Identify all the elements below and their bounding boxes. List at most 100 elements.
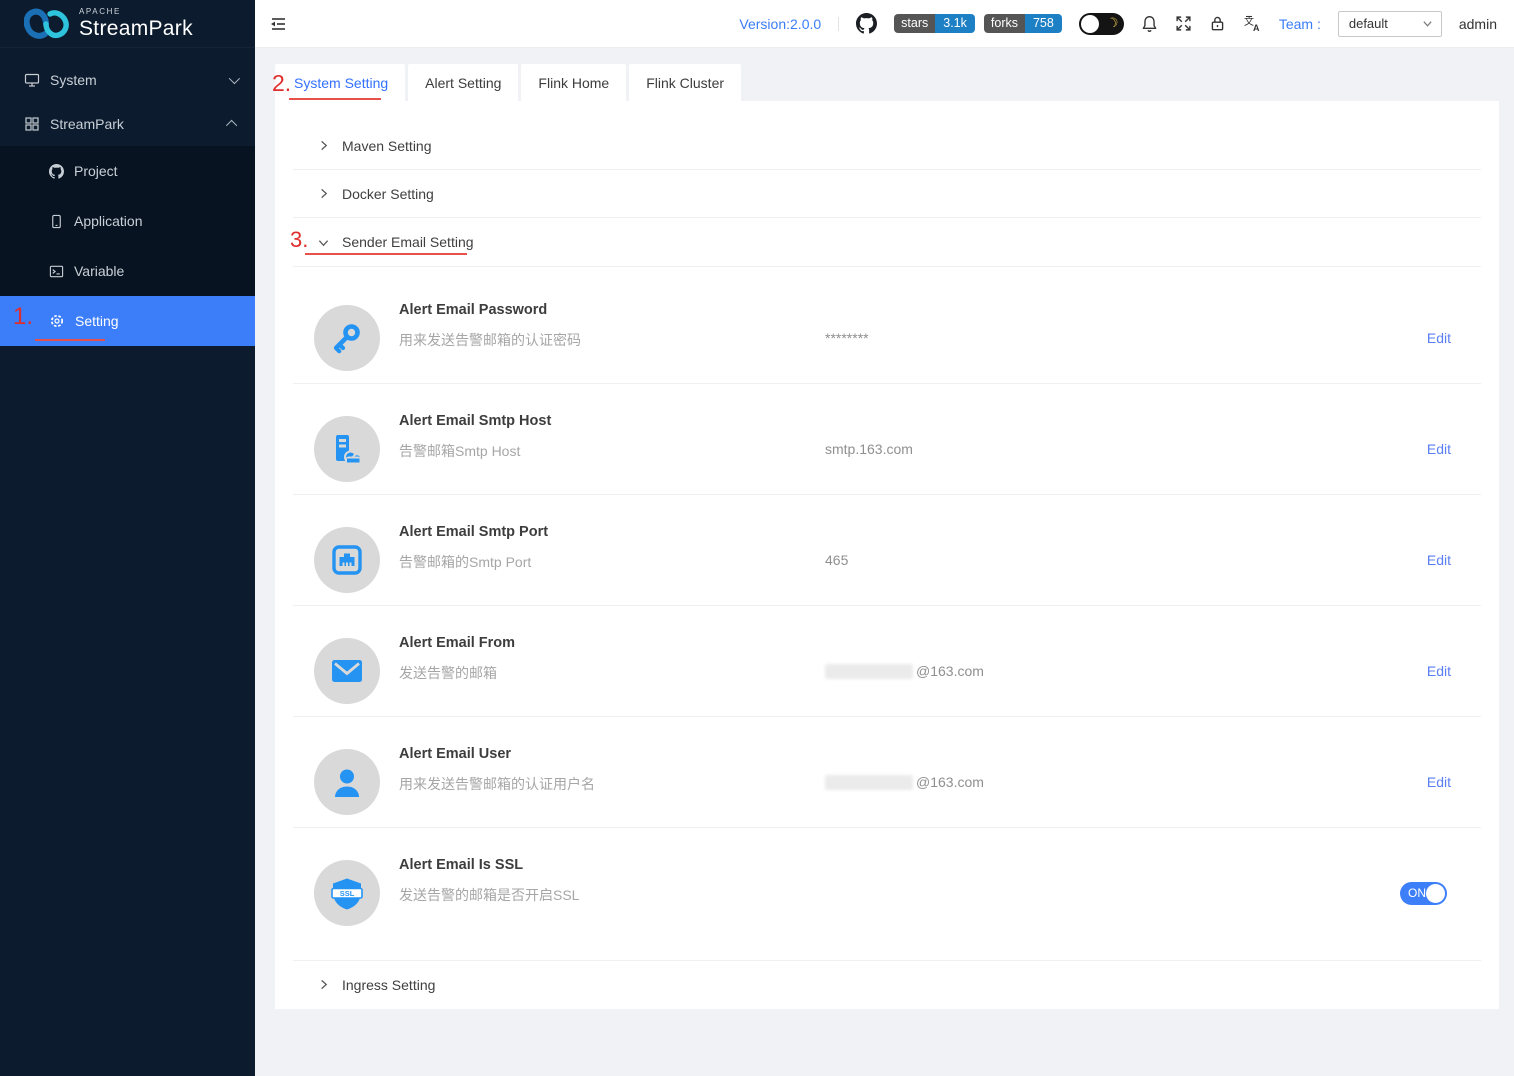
annotation-1-underline: [35, 339, 105, 341]
setting-title: Alert Email Smtp Port: [399, 524, 548, 540]
team-select-value: default: [1349, 16, 1422, 31]
user-icon: [330, 765, 364, 799]
tab-flink-home[interactable]: Flink Home: [521, 64, 626, 101]
avatar: [314, 527, 380, 593]
setting-value: smtp.163.com: [825, 441, 913, 457]
key-icon: [330, 321, 364, 355]
header-divider: [838, 17, 839, 31]
team-select[interactable]: default: [1338, 11, 1442, 37]
user-menu[interactable]: admin: [1459, 16, 1497, 32]
sidebar-item-label: Variable: [74, 263, 124, 279]
setting-title: Alert Email Password: [399, 302, 547, 318]
section-sender-email-setting[interactable]: Sender Email Setting: [275, 218, 1499, 266]
tab-system-setting[interactable]: System Setting: [275, 64, 405, 101]
edit-button[interactable]: Edit: [1427, 774, 1451, 790]
github-stars-badge[interactable]: stars 3.1k: [894, 14, 975, 33]
setting-row-alert-email-password: Alert Email Password 用来发送告警邮箱的认证密码 *****…: [293, 273, 1481, 384]
edit-button[interactable]: Edit: [1427, 552, 1451, 568]
sidebar-item-label: System: [50, 72, 229, 88]
setting-value: ********: [825, 330, 869, 346]
edit-button[interactable]: Edit: [1427, 441, 1451, 457]
setting-description: 发送告警的邮箱是否开启SSL: [399, 885, 579, 905]
setting-description: 发送告警的邮箱: [399, 663, 497, 683]
section-divider: [293, 266, 1481, 267]
select-chevron-icon: [1422, 18, 1433, 29]
setting-title: Alert Email Is SSL: [399, 857, 523, 873]
menu-fold-icon[interactable]: [269, 15, 287, 33]
notification-bell-icon[interactable]: [1141, 15, 1158, 33]
section-maven-setting[interactable]: Maven Setting: [275, 122, 1499, 169]
sidebar-item-variable[interactable]: Variable: [0, 246, 255, 296]
lock-icon[interactable]: [1209, 15, 1226, 32]
avatar: [314, 305, 380, 371]
streampark-app: APACHE StreamPark System StreamPark: [0, 0, 1514, 1076]
brand-logo: APACHE StreamPark: [0, 0, 255, 48]
avatar: [314, 638, 380, 704]
avatar: SSL: [314, 860, 380, 926]
settings-tabs: System Setting Alert Setting Flink Home …: [275, 64, 741, 101]
team-label: Team :: [1279, 16, 1321, 32]
ssl-toggle[interactable]: ON: [1400, 882, 1447, 905]
top-header: Version:2.0.0 stars 3.1k forks 758 ☽: [255, 0, 1514, 48]
tab-flink-cluster[interactable]: Flink Cluster: [629, 64, 741, 101]
sidebar-item-streampark[interactable]: StreamPark: [0, 102, 255, 146]
setting-description: 用来发送告警邮箱的认证密码: [399, 330, 581, 350]
toggle-knob: [1426, 884, 1445, 903]
setting-title: Alert Email Smtp Host: [399, 413, 551, 429]
dark-mode-toggle[interactable]: ☽: [1079, 13, 1124, 35]
streampark-submenu: Project Application Variable: [0, 146, 255, 346]
avatar: [314, 749, 380, 815]
svg-text:A: A: [1253, 23, 1260, 33]
variable-terminal-icon: [49, 264, 64, 279]
gear-icon: [49, 313, 65, 329]
sidebar-item-system[interactable]: System: [0, 58, 255, 102]
sidebar-item-label: Project: [74, 163, 118, 179]
section-label: Ingress Setting: [342, 977, 435, 993]
application-icon: [49, 214, 64, 229]
sidebar-item-application[interactable]: Application: [0, 196, 255, 246]
redacted-email-prefix: [825, 664, 913, 679]
setting-row-alert-email-is-ssl: SSL Alert Email Is SSL 发送告警的邮箱是否开启SSL ON: [293, 828, 1481, 939]
monitor-icon: [24, 72, 40, 88]
section-label: Sender Email Setting: [342, 234, 474, 250]
sidebar-item-label: StreamPark: [50, 116, 229, 132]
setting-row-alert-email-user: Alert Email User 用来发送告警邮箱的认证用户名 @163.com…: [293, 717, 1481, 828]
chevron-down-icon: [229, 73, 240, 84]
tab-alert-setting[interactable]: Alert Setting: [408, 64, 518, 101]
chevron-right-icon: [318, 979, 329, 990]
github-forks-badge[interactable]: forks 758: [984, 14, 1062, 33]
chevron-right-icon: [318, 140, 329, 151]
streampark-logo-icon: [24, 7, 70, 41]
setting-description: 告警邮箱的Smtp Port: [399, 552, 531, 572]
setting-value: @163.com: [825, 663, 984, 679]
setting-row-alert-email-smtp-port: Alert Email Smtp Port 告警邮箱的Smtp Port 465…: [293, 495, 1481, 606]
edit-button[interactable]: Edit: [1427, 663, 1451, 679]
github-icon[interactable]: [856, 13, 877, 34]
brand-name: StreamPark: [79, 17, 193, 40]
chevron-right-icon: [318, 188, 329, 199]
annotation-2: 2.: [272, 70, 291, 97]
language-translate-icon[interactable]: 文 A: [1243, 15, 1262, 33]
annotation-3: 3.: [290, 227, 308, 253]
toggle-on-label: ON: [1408, 886, 1426, 900]
setting-row-alert-email-smtp-host: Alert Email Smtp Host 告警邮箱Smtp Host smtp…: [293, 384, 1481, 495]
sender-email-settings-list: Alert Email Password 用来发送告警邮箱的认证密码 *****…: [293, 273, 1481, 939]
fullscreen-icon[interactable]: [1175, 15, 1192, 32]
setting-title: Alert Email From: [399, 635, 515, 651]
sidebar: APACHE StreamPark System StreamPark: [0, 0, 255, 1076]
grid-icon: [24, 116, 40, 132]
setting-row-alert-email-from: Alert Email From 发送告警的邮箱 @163.com Edit: [293, 606, 1481, 717]
ethernet-port-icon: [330, 543, 364, 577]
sidebar-item-project[interactable]: Project: [0, 146, 255, 196]
redacted-email-prefix: [825, 775, 913, 790]
edit-button[interactable]: Edit: [1427, 330, 1451, 346]
annotation-2-underline: [289, 98, 381, 100]
setting-description: 告警邮箱Smtp Host: [399, 441, 520, 461]
toggle-knob: [1081, 15, 1099, 33]
setting-description: 用来发送告警邮箱的认证用户名: [399, 774, 595, 794]
section-ingress-setting[interactable]: Ingress Setting: [275, 961, 1499, 1008]
setting-value: 465: [825, 552, 848, 568]
moon-icon: ☽: [1105, 13, 1121, 32]
system-setting-panel: Maven Setting Docker Setting Sender Emai…: [275, 101, 1499, 1009]
section-docker-setting[interactable]: Docker Setting: [275, 170, 1499, 217]
